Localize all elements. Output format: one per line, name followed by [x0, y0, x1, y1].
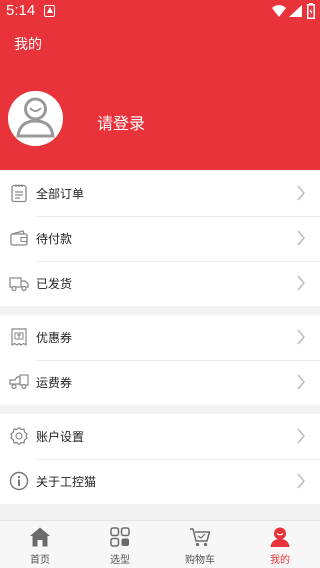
coupons-group: 优惠券 运费券 [0, 315, 320, 405]
bottom-tab-bar: 首页 选型 购物车 我的 [0, 520, 320, 568]
page-title: 我的 [14, 37, 42, 53]
menu-item-label: 已发货 [36, 277, 73, 291]
menu-item-all-orders[interactable]: 全部订单 [0, 171, 320, 216]
menu-item-shipping-coupons[interactable]: 运费券 [0, 360, 320, 405]
menu-item-coupons[interactable]: 优惠券 [0, 315, 320, 360]
orders-group: 全部订单 待付款 已发货 [0, 171, 320, 306]
chevron-right-icon [297, 230, 305, 246]
menu-item-label: 运费券 [36, 376, 73, 390]
cellular-icon [289, 5, 302, 17]
tab-label: 我的 [270, 555, 290, 566]
tab-label: 购物车 [185, 555, 215, 566]
profile-header: 我的 请登录 [0, 24, 320, 170]
grid-icon [110, 527, 130, 547]
menu-item-account-settings[interactable]: 账户设置 [0, 414, 320, 459]
tab-label: 选型 [110, 555, 130, 566]
chevron-right-icon [297, 374, 305, 390]
menu-item-label: 优惠券 [36, 331, 73, 345]
wifi-icon [272, 5, 286, 17]
shipping-truck-icon [9, 374, 29, 390]
chevron-right-icon [297, 473, 305, 489]
chevron-right-icon [297, 329, 305, 345]
coupon-icon [11, 328, 27, 347]
chevron-right-icon [297, 275, 305, 291]
cart-icon [190, 528, 211, 547]
tab-home[interactable]: 首页 [0, 521, 80, 568]
chevron-right-icon [297, 185, 305, 201]
settings-gear-icon [10, 426, 28, 446]
tab-label: 首页 [30, 555, 50, 566]
status-bar: 5:14 [0, 0, 320, 24]
login-link[interactable]: 请登录 [97, 110, 145, 134]
avatar[interactable] [8, 91, 63, 146]
tab-profile[interactable]: 我的 [240, 521, 320, 568]
truck-icon [9, 277, 29, 292]
battery-icon [307, 3, 315, 19]
clipboard-icon [11, 184, 27, 203]
menu-item-label: 待付款 [36, 232, 73, 246]
menu-item-label: 关于工控猫 [36, 475, 97, 489]
tab-selection[interactable]: 选型 [80, 521, 160, 568]
info-icon [9, 471, 29, 491]
menu-item-pending-payment[interactable]: 待付款 [0, 216, 320, 261]
wallet-icon [10, 230, 28, 246]
menu-item-label: 全部订单 [36, 187, 85, 201]
profile-icon [270, 527, 290, 547]
menu-item-label: 账户设置 [36, 430, 85, 444]
settings-group: 账户设置 关于工控猫 [0, 414, 320, 504]
user-avatar-icon [8, 91, 63, 146]
home-icon [30, 527, 50, 547]
menu-item-about[interactable]: 关于工控猫 [0, 459, 320, 504]
menu-item-shipped[interactable]: 已发货 [0, 261, 320, 306]
tab-cart[interactable]: 购物车 [160, 521, 240, 568]
chevron-right-icon [297, 428, 305, 444]
notification-icon [44, 5, 55, 17]
status-time: 5:14 [6, 2, 36, 19]
